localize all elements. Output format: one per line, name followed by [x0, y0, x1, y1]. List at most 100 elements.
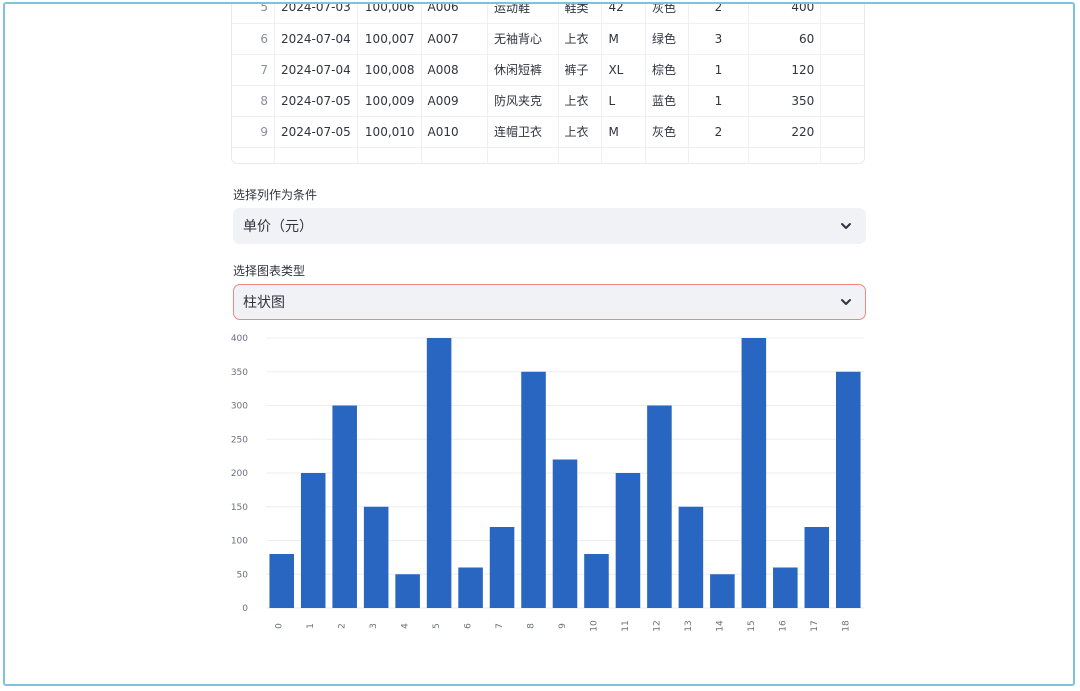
table-cell-idx: 5	[232, 4, 275, 24]
bar-10[interactable]	[584, 554, 609, 608]
table-cell-code: A006	[421, 4, 489, 24]
x-tick-label: 9	[558, 623, 568, 629]
x-tick-label: 5	[432, 623, 442, 629]
table-row[interactable]: 5 2024-07-03 100,006 A006 运动鞋 鞋类 42 灰色 2 400	[232, 4, 864, 24]
table-cell-qty: 3	[688, 23, 749, 55]
chart-type-select[interactable]: 柱状图	[233, 284, 866, 320]
y-tick-label: 100	[231, 537, 248, 547]
table-cell-code: A009	[421, 85, 489, 117]
table-cell-empty	[688, 147, 749, 163]
x-tick-label: 17	[810, 620, 820, 631]
table-row[interactable]: 7 2024-07-04 100,008 A008 休闲短裤 裤子 XL 棕色 1 120	[232, 54, 864, 86]
table-cell-empty	[820, 147, 864, 163]
bar-chart-svg: 0501001502002503003504000 1 2 3 4 5 6 7 8 9 10 11 12…	[231, 334, 864, 632]
table-cell-cat: 上衣	[558, 85, 603, 117]
bar-1[interactable]	[300, 473, 326, 608]
table-cell-empty	[558, 147, 603, 163]
app-frame: 5 2024-07-03 100,006 A006 运动鞋 鞋类 42 灰色 2 400 6 2024…	[3, 2, 1075, 686]
table-cell-num: 100,008	[357, 54, 422, 86]
x-tick-label: 7	[495, 623, 505, 629]
table-cell-price: 400	[748, 4, 822, 24]
x-tick-label: 1	[306, 623, 316, 629]
table-row[interactable]	[232, 147, 864, 163]
table-cell-name: 休闲短裤	[487, 54, 559, 86]
table-cell-name: 连帽卫衣	[487, 116, 559, 148]
table-cell-name: 运动鞋	[487, 4, 559, 24]
table-cell-date: 2024-07-05	[274, 85, 358, 117]
table-cell-empty	[357, 147, 422, 163]
bar-16[interactable]	[773, 567, 798, 609]
table-cell-num: 100,010	[357, 116, 422, 148]
column-select-label: 选择列作为条件	[233, 188, 318, 202]
table-cell-cat: 上衣	[558, 116, 603, 148]
x-tick-label: 3	[369, 623, 379, 629]
table-cell-date: 2024-07-03	[274, 4, 358, 24]
table-cell-num: 100,006	[357, 4, 422, 24]
table-cell-num: 100,009	[357, 85, 422, 117]
table-cell-color: 灰色	[645, 4, 690, 24]
bar-9[interactable]	[552, 459, 578, 609]
table-cell-empty	[820, 54, 864, 86]
table-cell-cat: 鞋类	[558, 4, 603, 24]
x-tick-label: 14	[715, 620, 725, 632]
y-tick-label: 300	[231, 402, 248, 412]
table-cell-empty	[820, 4, 864, 24]
table-cell-color: 绿色	[645, 23, 690, 55]
bar-6[interactable]	[458, 567, 483, 609]
column-select[interactable]: 单价（元）	[233, 208, 866, 244]
table-cell-size: M	[601, 116, 647, 148]
table-cell-name: 无袖背心	[487, 23, 559, 55]
table-cell-qty: 2	[688, 116, 749, 148]
table-cell-date: 2024-07-05	[274, 116, 358, 148]
bar-13[interactable]	[678, 506, 704, 608]
table-cell-idx: 7	[232, 54, 275, 86]
table-cell-date: 2024-07-04	[274, 54, 358, 86]
bar-12[interactable]	[647, 405, 672, 609]
bar-14[interactable]	[710, 574, 735, 608]
table-cell-code: A008	[421, 54, 489, 86]
bar-7[interactable]	[489, 527, 515, 608]
table-cell-cat: 裤子	[558, 54, 603, 86]
data-table[interactable]: 5 2024-07-03 100,006 A006 运动鞋 鞋类 42 灰色 2 400 6 2024…	[231, 4, 865, 164]
bar-4[interactable]	[395, 574, 420, 608]
bar-11[interactable]	[615, 473, 641, 608]
chevron-down-icon	[841, 299, 851, 305]
chart-type-select-label: 选择图表类型	[233, 264, 306, 278]
y-tick-label: 250	[231, 435, 248, 445]
x-tick-label: 2	[338, 623, 348, 629]
table-cell-color: 灰色	[645, 116, 690, 148]
x-tick-label: 15	[747, 620, 757, 631]
column-select-value: 单价（元）	[243, 219, 313, 235]
table-cell-empty	[645, 147, 690, 163]
bar-3[interactable]	[363, 506, 389, 608]
bar-2[interactable]	[332, 405, 357, 609]
table-cell-empty	[748, 147, 822, 163]
table-cell-code: A007	[421, 23, 489, 55]
x-tick-label: 12	[652, 620, 662, 631]
table-cell-size: L	[601, 85, 647, 117]
table-cell-idx: 8	[232, 85, 275, 117]
x-tick-label: 4	[401, 623, 411, 629]
bar-5[interactable]	[426, 338, 452, 608]
bar-0[interactable]	[269, 554, 295, 608]
bar-8[interactable]	[521, 371, 546, 608]
table-row[interactable]: 9 2024-07-05 100,010 A010 连帽卫衣 上衣 M 灰色 2 220	[232, 116, 864, 148]
table-cell-code: A010	[421, 116, 489, 148]
table-cell-name: 防风夹克	[487, 85, 559, 117]
table-cell-empty	[421, 147, 489, 163]
table-row[interactable]: 6 2024-07-04 100,007 A007 无袖背心 上衣 M 绿色 3 60	[232, 23, 864, 55]
y-tick-label: 350	[231, 368, 248, 378]
table-row[interactable]: 8 2024-07-05 100,009 A009 防风夹克 上衣 L 蓝色 1 350	[232, 85, 864, 117]
bar-17[interactable]	[804, 527, 830, 608]
table-cell-date: 2024-07-04	[274, 23, 358, 55]
bar-18[interactable]	[835, 371, 861, 608]
table-cell-empty	[820, 116, 864, 148]
table-cell-num: 100,007	[357, 23, 422, 55]
bar-chart[interactable]: 0 50 100 150 200 250 300 350 400 0 1 2 3 4 5 6 7 8 9 10 11 12…	[230, 332, 870, 642]
y-tick-label: 50	[237, 570, 249, 580]
table-cell-cat: 上衣	[558, 23, 603, 55]
x-tick-label: 8	[527, 623, 537, 629]
bar-15[interactable]	[741, 338, 767, 608]
x-tick-label: 0	[275, 623, 285, 629]
x-tick-label: 18	[841, 620, 851, 632]
